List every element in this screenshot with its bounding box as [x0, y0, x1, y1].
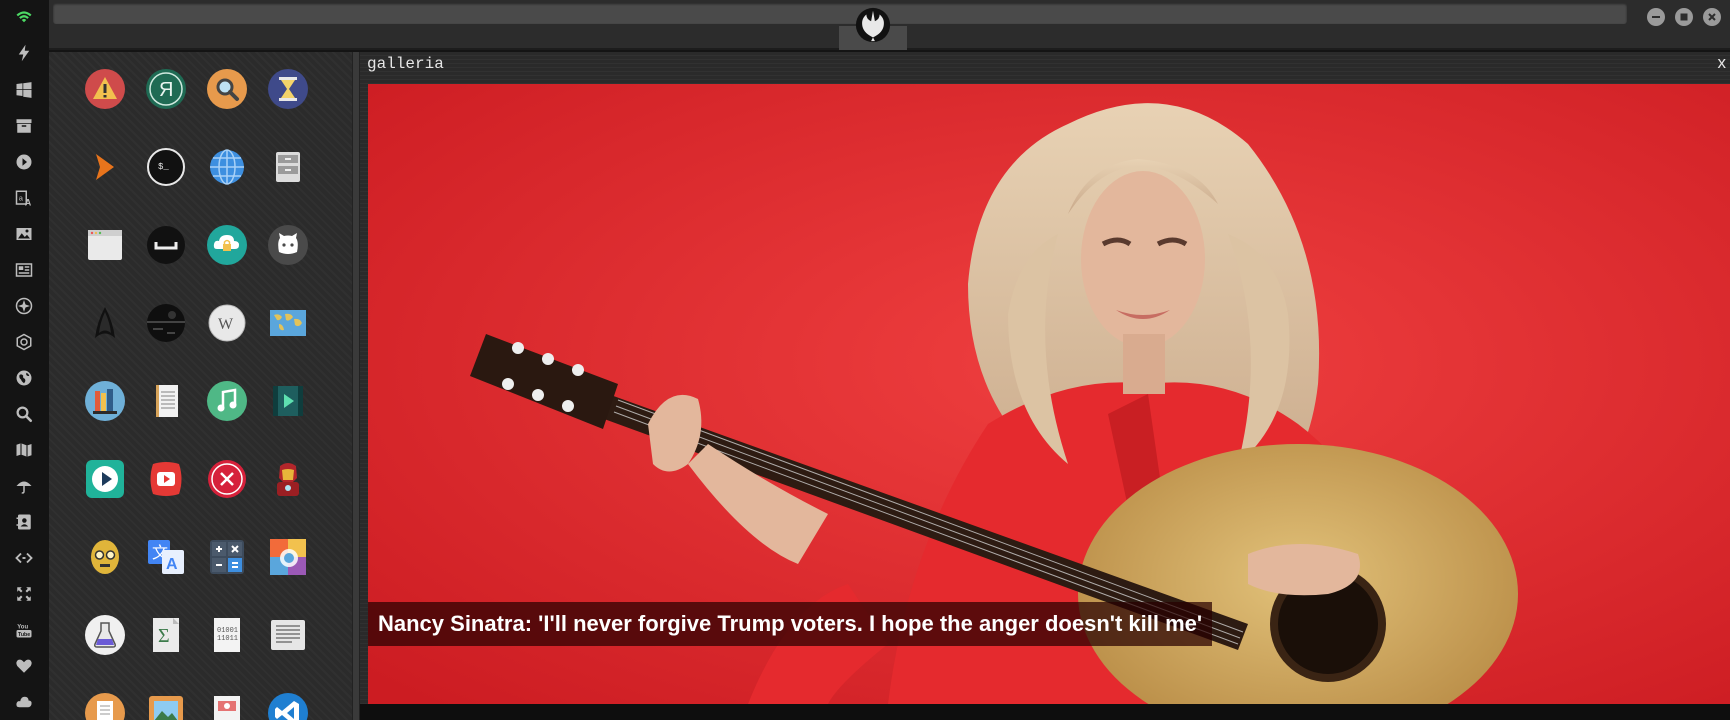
pane-splitter[interactable]: [352, 52, 360, 720]
svg-text:$_: $_: [158, 162, 169, 172]
flash-icon[interactable]: [12, 41, 36, 65]
death-star-icon[interactable]: [145, 302, 187, 344]
globe-icon[interactable]: [12, 366, 36, 390]
jedi-icon[interactable]: [12, 294, 36, 318]
youtube-icon[interactable]: [145, 458, 187, 500]
svg-text:11011: 11011: [217, 635, 238, 643]
binary-file-icon[interactable]: 01001 11011: [206, 614, 248, 656]
translate-icon[interactable]: aA: [12, 186, 36, 210]
svg-text:You: You: [17, 625, 28, 631]
flask-icon[interactable]: [84, 614, 126, 656]
svg-text:A: A: [25, 198, 32, 208]
x-circle-icon[interactable]: [206, 458, 248, 500]
translate-icon[interactable]: 文A: [145, 536, 187, 578]
windows-icon[interactable]: [12, 78, 36, 102]
photo-caption: Nancy Sinatra: 'I'll never forgive Trump…: [368, 602, 1213, 646]
cloud-icon[interactable]: [12, 690, 36, 714]
app-grid: Я $_ W 文A Σ 01001 11011: [49, 52, 352, 720]
expand-icon[interactable]: [12, 582, 36, 606]
map-icon[interactable]: [12, 438, 36, 462]
file-cabinet-icon[interactable]: [267, 146, 309, 188]
video-icon[interactable]: [267, 380, 309, 422]
document-icon[interactable]: [84, 692, 126, 720]
cloud-lock-icon[interactable]: [206, 224, 248, 266]
picture-icon[interactable]: [145, 692, 187, 720]
svg-text:Σ: Σ: [158, 625, 170, 647]
play-icon[interactable]: [84, 458, 126, 500]
search-icon[interactable]: [206, 68, 248, 110]
keyboard-space-icon[interactable]: [145, 224, 187, 266]
left-rail: aA You Tube: [0, 0, 49, 720]
svg-text:W: W: [218, 316, 234, 333]
viewer-close-button[interactable]: x: [1718, 53, 1727, 73]
thumbnail-strip: [360, 704, 1730, 720]
archive-icon[interactable]: [12, 114, 36, 138]
close-icon[interactable]: [1703, 8, 1721, 26]
viewer-title: galleria: [367, 55, 444, 73]
svg-text:01001: 01001: [217, 627, 238, 635]
empire-icon[interactable]: [12, 330, 36, 354]
minimize-icon[interactable]: [1647, 8, 1665, 26]
text-document-icon[interactable]: [267, 614, 309, 656]
svg-text:Я: Я: [159, 79, 173, 101]
world-map-icon[interactable]: [267, 302, 309, 344]
rebel-alliance-icon: [855, 7, 891, 43]
terminal-icon[interactable]: $_: [145, 146, 187, 188]
vscode-icon[interactable]: [267, 692, 309, 720]
image-icon[interactable]: [12, 222, 36, 246]
svg-text:Tube: Tube: [18, 632, 30, 638]
svg-text:a: a: [19, 193, 24, 202]
wifi-icon[interactable]: [12, 5, 36, 29]
calculator-icon[interactable]: [206, 536, 248, 578]
globe-icon[interactable]: [206, 146, 248, 188]
yandex-icon[interactable]: Я: [145, 68, 187, 110]
play-circle-icon[interactable]: [12, 150, 36, 174]
newspaper-icon[interactable]: [12, 258, 36, 282]
github-icon[interactable]: [267, 224, 309, 266]
c3po-icon[interactable]: [84, 536, 126, 578]
top-bar: [49, 0, 1730, 50]
iron-man-icon[interactable]: [267, 458, 309, 500]
terminal-arrow-icon[interactable]: [84, 146, 126, 188]
wikipedia-icon[interactable]: W: [206, 302, 248, 344]
galleria-viewer: galleria x Nancy Sinatra: 'I'll never fo…: [360, 52, 1730, 720]
contacts-icon[interactable]: [12, 510, 36, 534]
heart-icon[interactable]: [12, 654, 36, 678]
search-icon[interactable]: [12, 402, 36, 426]
warning-icon[interactable]: [84, 68, 126, 110]
photo-gallery-icon[interactable]: [267, 536, 309, 578]
svg-text:A: A: [166, 556, 178, 573]
maximize-icon[interactable]: [1675, 8, 1693, 26]
rebel-tab[interactable]: [839, 0, 907, 50]
browser-window-icon[interactable]: [84, 224, 126, 266]
sigma-icon[interactable]: Σ: [145, 614, 187, 656]
code-icon[interactable]: [12, 546, 36, 570]
hourglass-icon[interactable]: [267, 68, 309, 110]
youtube-icon[interactable]: You Tube: [12, 618, 36, 642]
presentation-icon[interactable]: [206, 692, 248, 720]
notebook-icon[interactable]: [145, 380, 187, 422]
music-icon[interactable]: [206, 380, 248, 422]
umbrella-icon[interactable]: [12, 474, 36, 498]
starfleet-icon[interactable]: [84, 302, 126, 344]
library-icon[interactable]: [84, 380, 126, 422]
